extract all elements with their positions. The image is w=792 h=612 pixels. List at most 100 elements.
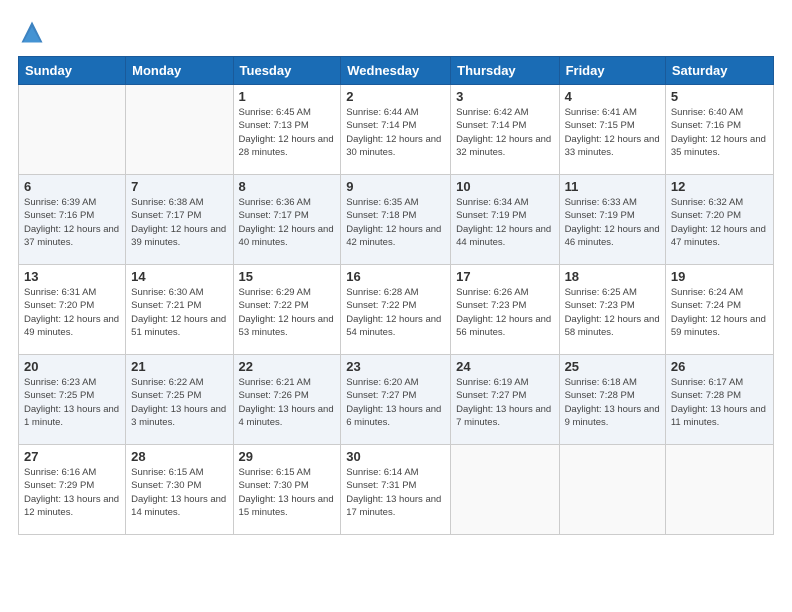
day-number: 4 [565,89,660,104]
day-info: Sunrise: 6:16 AM Sunset: 7:29 PM Dayligh… [24,466,120,519]
calendar-day-cell: 24 Sunrise: 6:19 AM Sunset: 7:27 PM Dayli… [451,355,559,445]
calendar-day-cell: 5 Sunrise: 6:40 AM Sunset: 7:16 PM Daylig… [665,85,773,175]
calendar-day-cell: 6 Sunrise: 6:39 AM Sunset: 7:16 PM Daylig… [19,175,126,265]
calendar-day-cell: 28 Sunrise: 6:15 AM Sunset: 7:30 PM Dayli… [126,445,233,535]
calendar-table: SundayMondayTuesdayWednesdayThursdayFrid… [18,56,774,535]
day-info: Sunrise: 6:32 AM Sunset: 7:20 PM Dayligh… [671,196,768,249]
day-info: Sunrise: 6:33 AM Sunset: 7:19 PM Dayligh… [565,196,660,249]
day-info: Sunrise: 6:36 AM Sunset: 7:17 PM Dayligh… [239,196,336,249]
day-number: 23 [346,359,445,374]
day-number: 29 [239,449,336,464]
day-info: Sunrise: 6:21 AM Sunset: 7:26 PM Dayligh… [239,376,336,429]
day-info: Sunrise: 6:45 AM Sunset: 7:13 PM Dayligh… [239,106,336,159]
calendar-week-row: 1 Sunrise: 6:45 AM Sunset: 7:13 PM Daylig… [19,85,774,175]
header [18,18,774,46]
day-info: Sunrise: 6:18 AM Sunset: 7:28 PM Dayligh… [565,376,660,429]
calendar-day-cell: 8 Sunrise: 6:36 AM Sunset: 7:17 PM Daylig… [233,175,341,265]
day-info: Sunrise: 6:38 AM Sunset: 7:17 PM Dayligh… [131,196,227,249]
day-info: Sunrise: 6:42 AM Sunset: 7:14 PM Dayligh… [456,106,553,159]
day-number: 27 [24,449,120,464]
day-info: Sunrise: 6:28 AM Sunset: 7:22 PM Dayligh… [346,286,445,339]
calendar-day-cell: 22 Sunrise: 6:21 AM Sunset: 7:26 PM Dayli… [233,355,341,445]
day-info: Sunrise: 6:22 AM Sunset: 7:25 PM Dayligh… [131,376,227,429]
calendar-day-cell: 19 Sunrise: 6:24 AM Sunset: 7:24 PM Dayli… [665,265,773,355]
page: SundayMondayTuesdayWednesdayThursdayFrid… [0,0,792,545]
day-info: Sunrise: 6:34 AM Sunset: 7:19 PM Dayligh… [456,196,553,249]
day-number: 18 [565,269,660,284]
day-info: Sunrise: 6:15 AM Sunset: 7:30 PM Dayligh… [131,466,227,519]
calendar-day-cell [665,445,773,535]
calendar-day-cell: 21 Sunrise: 6:22 AM Sunset: 7:25 PM Dayli… [126,355,233,445]
calendar-week-row: 13 Sunrise: 6:31 AM Sunset: 7:20 PM Dayli… [19,265,774,355]
day-number: 9 [346,179,445,194]
day-number: 26 [671,359,768,374]
day-number: 22 [239,359,336,374]
calendar-day-cell: 30Sunrise: 6:14 AM Sunset: 7:31 PM Dayli… [341,445,451,535]
day-number: 6 [24,179,120,194]
calendar-day-cell: 26 Sunrise: 6:17 AM Sunset: 7:28 PM Dayli… [665,355,773,445]
calendar-day-cell: 18Sunrise: 6:25 AM Sunset: 7:23 PM Dayli… [559,265,665,355]
calendar-header-sunday: Sunday [19,57,126,85]
calendar-day-cell [559,445,665,535]
day-number: 1 [239,89,336,104]
day-number: 7 [131,179,227,194]
day-info: Sunrise: 6:29 AM Sunset: 7:22 PM Dayligh… [239,286,336,339]
day-info: Sunrise: 6:20 AM Sunset: 7:27 PM Dayligh… [346,376,445,429]
calendar-header-friday: Friday [559,57,665,85]
day-info: Sunrise: 6:31 AM Sunset: 7:20 PM Dayligh… [24,286,120,339]
calendar-day-cell [126,85,233,175]
day-info: Sunrise: 6:41 AM Sunset: 7:15 PM Dayligh… [565,106,660,159]
calendar-header-thursday: Thursday [451,57,559,85]
calendar-day-cell: 12 Sunrise: 6:32 AM Sunset: 7:20 PM Dayli… [665,175,773,265]
day-number: 25 [565,359,660,374]
day-number: 14 [131,269,227,284]
calendar-day-cell: 20 Sunrise: 6:23 AM Sunset: 7:25 PM Dayli… [19,355,126,445]
day-info: Sunrise: 6:19 AM Sunset: 7:27 PM Dayligh… [456,376,553,429]
calendar-day-cell: 27 Sunrise: 6:16 AM Sunset: 7:29 PM Dayli… [19,445,126,535]
day-info: Sunrise: 6:39 AM Sunset: 7:16 PM Dayligh… [24,196,120,249]
day-info: Sunrise: 6:14 AM Sunset: 7:31 PM Dayligh… [346,466,445,519]
day-number: 10 [456,179,553,194]
day-info: Sunrise: 6:15 AM Sunset: 7:30 PM Dayligh… [239,466,336,519]
calendar-day-cell: 10 Sunrise: 6:34 AM Sunset: 7:19 PM Dayli… [451,175,559,265]
calendar-day-cell: 7 Sunrise: 6:38 AM Sunset: 7:17 PM Daylig… [126,175,233,265]
calendar-day-cell: 11 Sunrise: 6:33 AM Sunset: 7:19 PM Dayli… [559,175,665,265]
calendar-week-row: 27 Sunrise: 6:16 AM Sunset: 7:29 PM Dayli… [19,445,774,535]
calendar-header-wednesday: Wednesday [341,57,451,85]
day-info: Sunrise: 6:23 AM Sunset: 7:25 PM Dayligh… [24,376,120,429]
day-number: 12 [671,179,768,194]
calendar-day-cell: 16 Sunrise: 6:28 AM Sunset: 7:22 PM Dayli… [341,265,451,355]
day-number: 24 [456,359,553,374]
logo [18,18,50,46]
day-number: 3 [456,89,553,104]
day-info: Sunrise: 6:26 AM Sunset: 7:23 PM Dayligh… [456,286,553,339]
calendar-day-cell [451,445,559,535]
day-number: 5 [671,89,768,104]
calendar-header-row: SundayMondayTuesdayWednesdayThursdayFrid… [19,57,774,85]
day-number: 8 [239,179,336,194]
logo-icon [18,18,46,46]
day-number: 21 [131,359,227,374]
calendar-day-cell: 15 Sunrise: 6:29 AM Sunset: 7:22 PM Dayli… [233,265,341,355]
day-info: Sunrise: 6:40 AM Sunset: 7:16 PM Dayligh… [671,106,768,159]
day-info: Sunrise: 6:44 AM Sunset: 7:14 PM Dayligh… [346,106,445,159]
calendar-header-tuesday: Tuesday [233,57,341,85]
calendar-day-cell: 17Sunrise: 6:26 AM Sunset: 7:23 PM Dayli… [451,265,559,355]
calendar-day-cell: 13 Sunrise: 6:31 AM Sunset: 7:20 PM Dayli… [19,265,126,355]
calendar-day-cell: 9 Sunrise: 6:35 AM Sunset: 7:18 PM Daylig… [341,175,451,265]
calendar-day-cell: 2 Sunrise: 6:44 AM Sunset: 7:14 PM Daylig… [341,85,451,175]
day-info: Sunrise: 6:24 AM Sunset: 7:24 PM Dayligh… [671,286,768,339]
day-number: 20 [24,359,120,374]
calendar-day-cell: 23 Sunrise: 6:20 AM Sunset: 7:27 PM Dayli… [341,355,451,445]
calendar-day-cell: 3 Sunrise: 6:42 AM Sunset: 7:14 PM Daylig… [451,85,559,175]
day-number: 19 [671,269,768,284]
day-number: 15 [239,269,336,284]
day-number: 13 [24,269,120,284]
day-number: 16 [346,269,445,284]
day-info: Sunrise: 6:30 AM Sunset: 7:21 PM Dayligh… [131,286,227,339]
day-number: 11 [565,179,660,194]
day-number: 2 [346,89,445,104]
day-number: 28 [131,449,227,464]
day-info: Sunrise: 6:17 AM Sunset: 7:28 PM Dayligh… [671,376,768,429]
day-info: Sunrise: 6:35 AM Sunset: 7:18 PM Dayligh… [346,196,445,249]
